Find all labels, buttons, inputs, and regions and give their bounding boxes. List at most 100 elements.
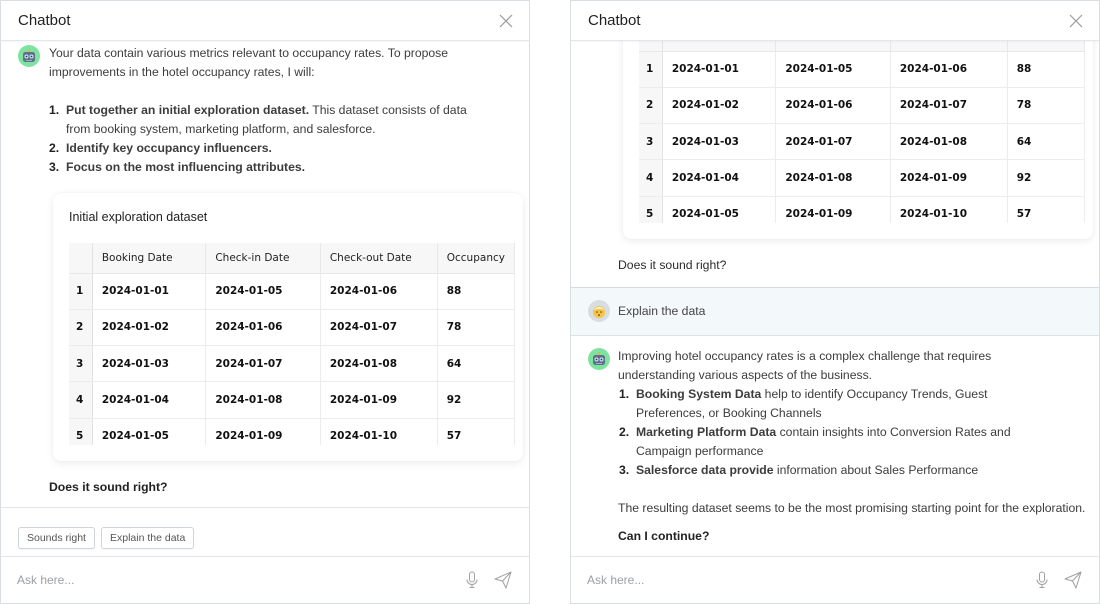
table-row: 5 2024-01-05 2024-01-09 2024-01-10 57 xyxy=(639,196,1085,223)
chatbot-panel-left: Chatbot Your data contain various metric… xyxy=(0,0,530,604)
plan-step: 2. Identify key occupancy influencers. xyxy=(49,141,272,155)
row-index: 1 xyxy=(69,273,93,310)
table-cell: 2024-01-08 xyxy=(205,381,321,419)
table-header-row: Booking Date Check-in Date Check-out Dat… xyxy=(639,41,1085,52)
close-icon[interactable] xyxy=(1069,14,1083,28)
table-cell: 2024-01-05 xyxy=(662,196,777,223)
table-cell: 92 xyxy=(437,381,515,419)
index-header xyxy=(69,243,93,274)
user-message-row: Explain the data xyxy=(571,287,1099,336)
table-cell: 2024-01-05 xyxy=(92,418,207,445)
row-index: 5 xyxy=(69,418,93,445)
table-row: 3 2024-01-03 2024-01-07 2024-01-08 64 xyxy=(69,345,515,383)
table-row: 4 2024-01-04 2024-01-08 2024-01-09 92 xyxy=(69,381,515,419)
table-row: 3 2024-01-03 2024-01-07 2024-01-08 64 xyxy=(639,123,1085,161)
table-cell: 2024-01-09 xyxy=(775,196,891,223)
data-source-item: 3. Salesforce data provide information ab… xyxy=(619,463,979,477)
table-cell: 2024-01-06 xyxy=(775,87,891,125)
ask-input[interactable] xyxy=(587,569,1007,591)
table-cell: 78 xyxy=(1007,87,1085,125)
table-cell: 2024-01-07 xyxy=(775,123,891,161)
microphone-icon[interactable] xyxy=(465,571,479,589)
column-header[interactable]: Check-in Date xyxy=(775,41,891,52)
column-header[interactable]: Booking Date xyxy=(92,243,207,274)
bot-reply-intro: Improving hotel occupancy rates is a com… xyxy=(618,349,992,382)
microphone-icon[interactable] xyxy=(1035,571,1049,589)
row-index: 4 xyxy=(69,381,93,419)
table-cell: 2024-01-05 xyxy=(775,51,891,88)
dataset-table-container[interactable]: Booking Date Check-in Date Check-out Dat… xyxy=(69,243,515,445)
table-cell: 2024-01-03 xyxy=(662,123,777,161)
dataset-table: Booking Date Check-in Date Check-out Dat… xyxy=(69,243,515,445)
data-source-item: 2. Marketing Platform Data contain insigh… xyxy=(619,425,1011,458)
table-cell: 2024-01-09 xyxy=(320,381,438,419)
table-cell: 2024-01-07 xyxy=(320,309,438,347)
paper-plane-icon[interactable] xyxy=(494,571,512,589)
table-cell: 2024-01-10 xyxy=(320,418,438,445)
table-row: 2 2024-01-02 2024-01-06 2024-01-07 78 xyxy=(639,87,1085,125)
table-header-row: Booking Date Check-in Date Check-out Dat… xyxy=(69,243,515,274)
table-cell: 92 xyxy=(1007,159,1085,197)
table-row: 4 2024-01-04 2024-01-08 2024-01-09 92 xyxy=(639,159,1085,197)
row-index: 4 xyxy=(639,159,663,197)
chat-input-bar xyxy=(571,556,1099,603)
table-cell: 2024-01-01 xyxy=(92,273,207,310)
column-header[interactable]: Occupancy xyxy=(1007,41,1085,52)
dataset-table-container[interactable]: Booking Date Check-in Date Check-out Dat… xyxy=(639,41,1085,223)
paper-plane-icon[interactable] xyxy=(1064,571,1082,589)
table-row: 2 2024-01-02 2024-01-06 2024-01-07 78 xyxy=(69,309,515,347)
bot-question: Does it sound right? xyxy=(49,480,168,494)
table-cell: 88 xyxy=(437,273,515,310)
suggestion-explain-data-button[interactable]: Explain the data xyxy=(101,527,195,549)
bot-reply-conclusion: The resulting dataset seems to be the mo… xyxy=(618,501,1086,515)
person-icon xyxy=(593,306,605,318)
close-icon[interactable] xyxy=(499,14,513,28)
column-header[interactable]: Check-out Date xyxy=(890,41,1008,52)
bot-avatar xyxy=(18,45,40,67)
bot-avatar xyxy=(588,348,610,370)
data-sources-list: 1. Booking System Data help to identify O… xyxy=(619,385,1059,480)
panel-title: Chatbot xyxy=(588,12,641,29)
table-cell: 2024-01-06 xyxy=(320,273,438,310)
table-cell: 2024-01-02 xyxy=(662,87,777,125)
suggestion-sounds-right-button[interactable]: Sounds right xyxy=(18,527,95,549)
table-cell: 2024-01-09 xyxy=(890,159,1008,197)
table-cell: 2024-01-07 xyxy=(205,345,321,383)
column-header[interactable]: Check-out Date xyxy=(320,243,438,274)
table-cell: 57 xyxy=(437,418,515,445)
panel-title: Chatbot xyxy=(18,12,71,29)
chat-scroll-area[interactable]: Initial exploration dataset Booking Date… xyxy=(571,41,1099,557)
table-cell: 2024-01-07 xyxy=(890,87,1008,125)
table-cell: 2024-01-02 xyxy=(92,309,207,347)
dataset-table: Booking Date Check-in Date Check-out Dat… xyxy=(639,41,1085,223)
table-cell: 2024-01-08 xyxy=(775,159,891,197)
table-cell: 2024-01-01 xyxy=(662,51,777,88)
table-cell: 64 xyxy=(1007,123,1085,161)
row-index: 3 xyxy=(69,345,93,383)
bot-question: Does it sound right? xyxy=(618,258,727,272)
user-avatar xyxy=(588,300,610,322)
plan-step: 3. Focus on the most influencing attribut… xyxy=(49,160,306,174)
dataset-card: Initial exploration dataset Booking Date… xyxy=(53,193,523,461)
robot-icon xyxy=(23,49,35,62)
table-cell: 2024-01-06 xyxy=(205,309,321,347)
table-cell: 2024-01-06 xyxy=(890,51,1008,88)
row-index: 1 xyxy=(639,51,663,88)
dataset-card: Initial exploration dataset Booking Date… xyxy=(623,41,1093,239)
column-header[interactable]: Check-in Date xyxy=(205,243,321,274)
column-header[interactable]: Booking Date xyxy=(662,41,777,52)
chatbot-panel-right: Chatbot Initial exploration dataset Book… xyxy=(570,0,1100,604)
table-cell: 2024-01-09 xyxy=(205,418,321,445)
data-source-item: 1. Booking System Data help to identify O… xyxy=(619,387,988,420)
table-cell: 2024-01-04 xyxy=(662,159,777,197)
table-cell: 64 xyxy=(437,345,515,383)
ask-input[interactable] xyxy=(17,569,437,591)
panel-header: Chatbot xyxy=(1,1,529,41)
table-cell: 2024-01-08 xyxy=(890,123,1008,161)
plan-steps-list: 1. Put together an initial exploration da… xyxy=(49,101,489,177)
bot-message-intro: Your data contain various metrics releva… xyxy=(49,46,449,79)
column-header[interactable]: Occupancy xyxy=(437,243,515,274)
plan-step: 1. Put together an initial exploration da… xyxy=(49,103,467,136)
table-cell: 2024-01-05 xyxy=(205,273,321,310)
chat-scroll-area[interactable]: Your data contain various metrics releva… xyxy=(1,41,529,506)
